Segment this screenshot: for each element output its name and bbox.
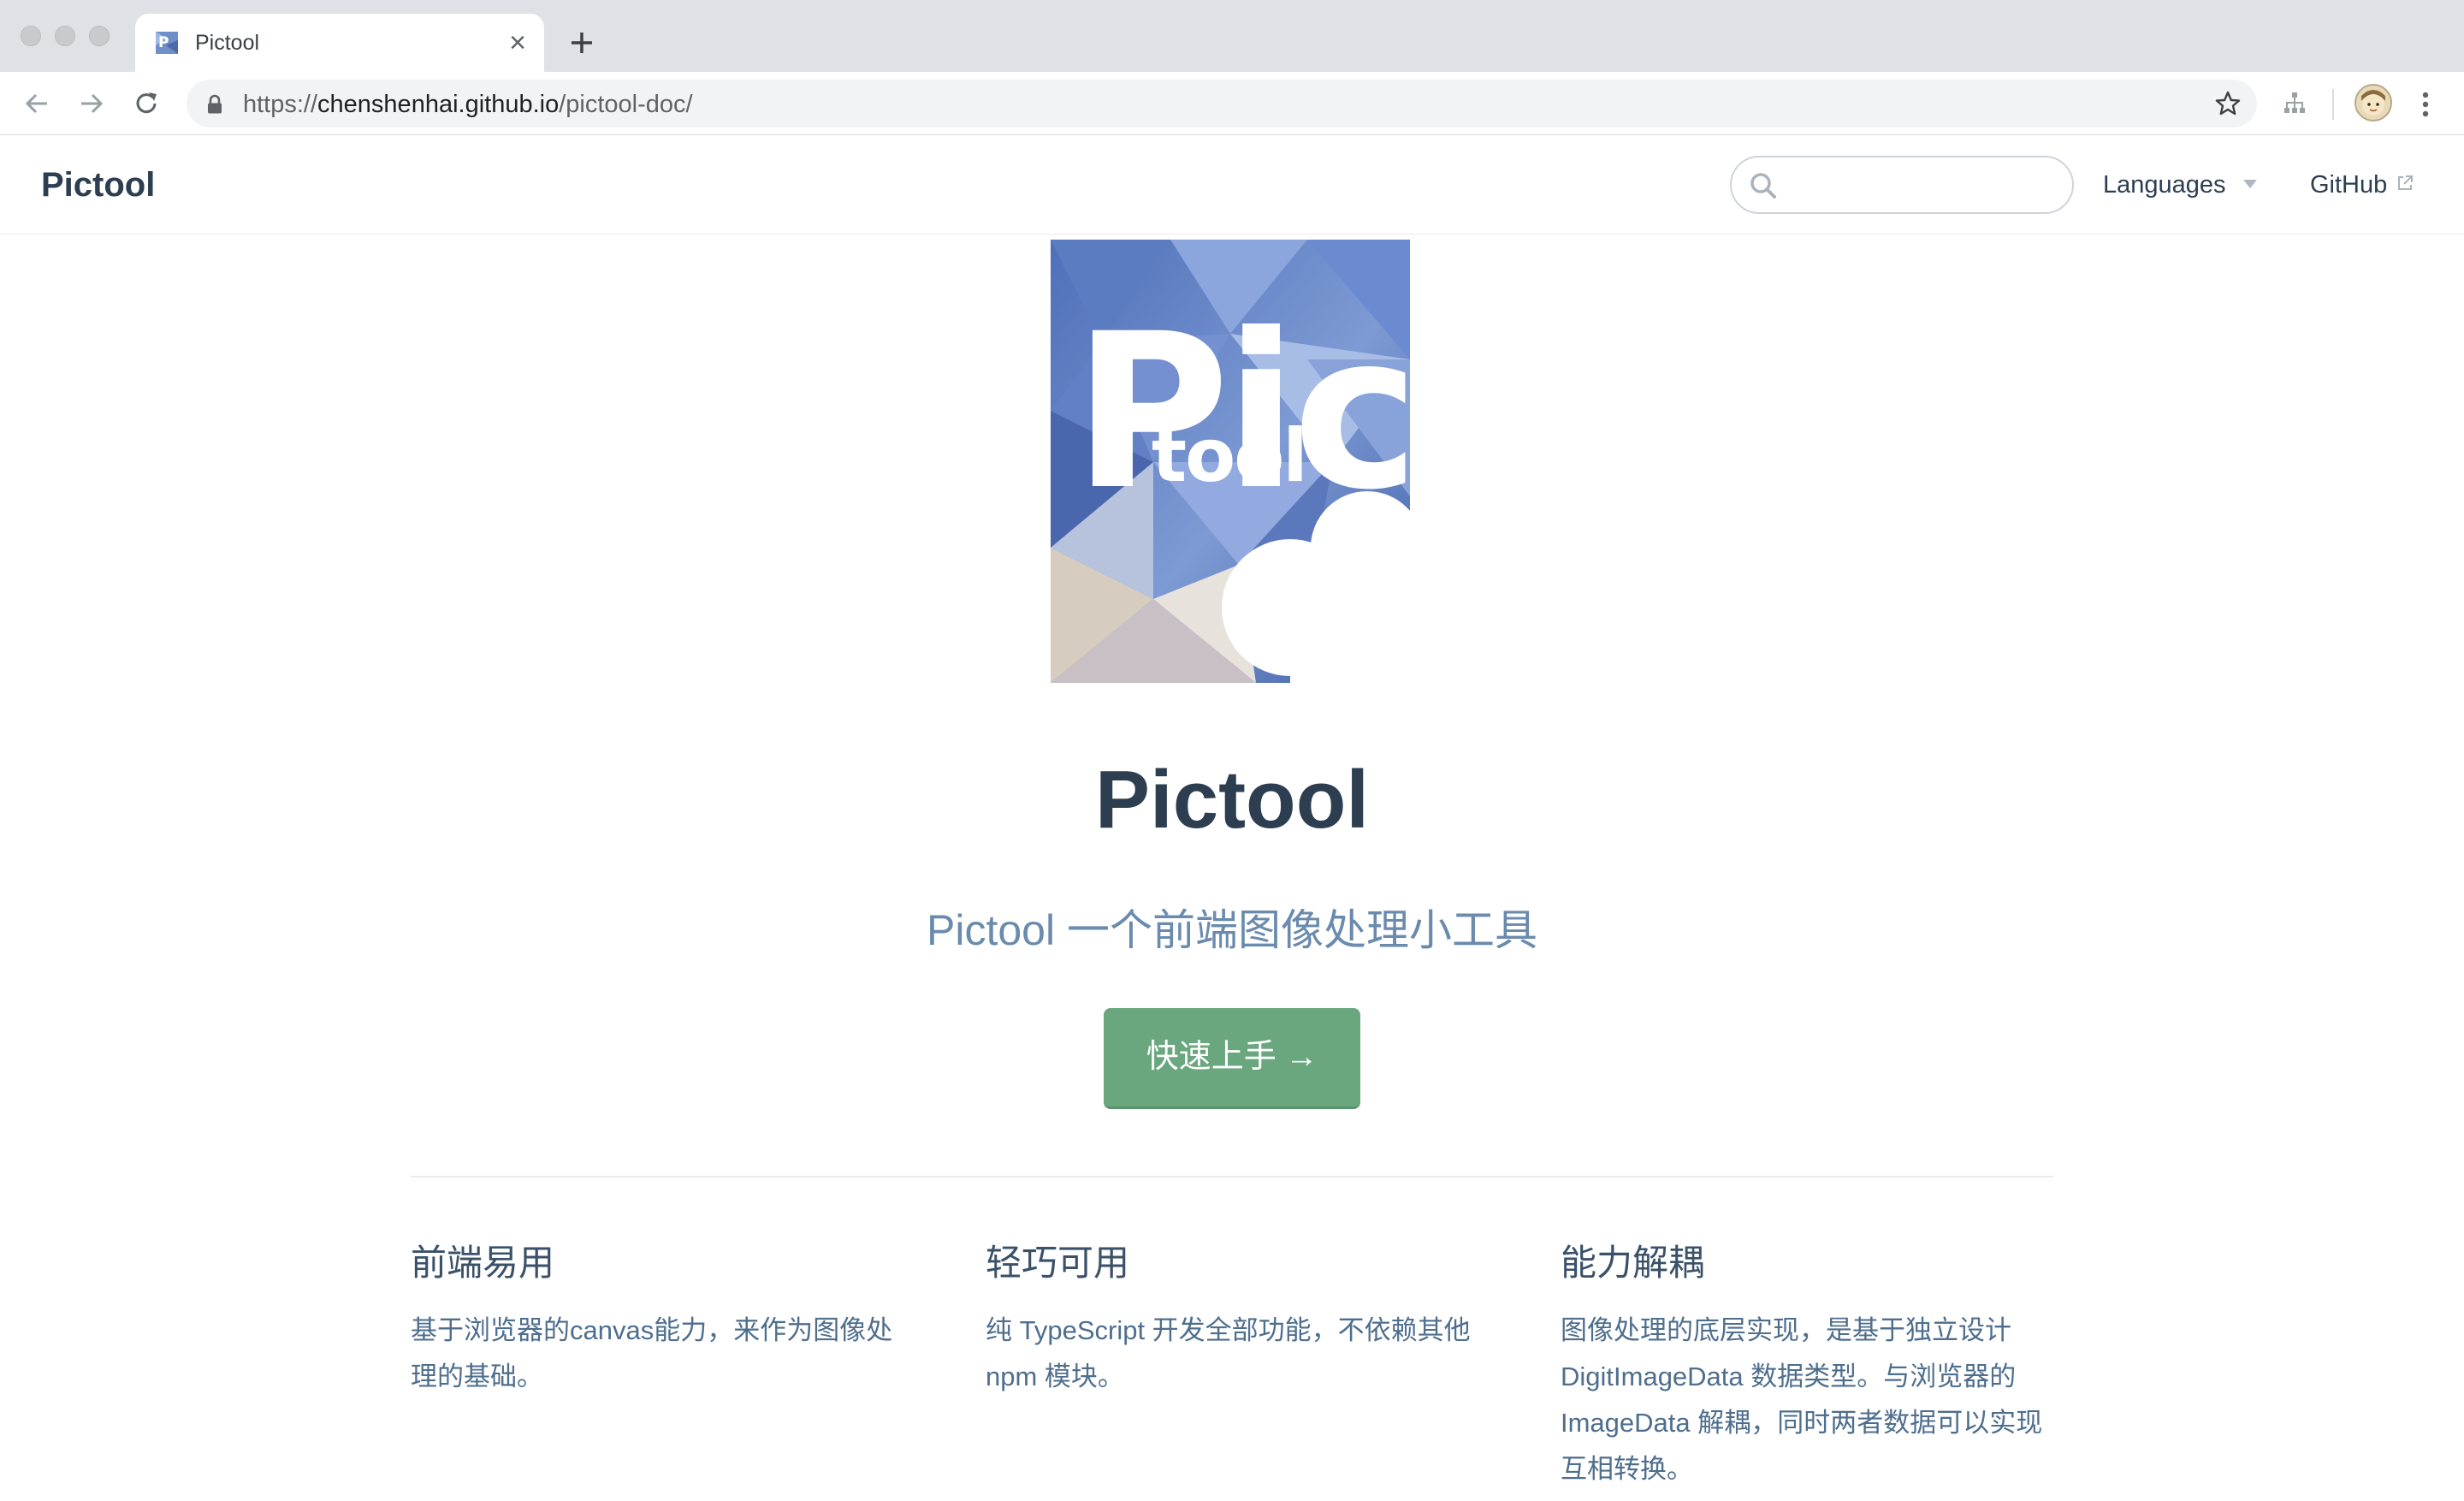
hero-description: Pictool 一个前端图像处理小工具: [927, 906, 1537, 954]
reload-icon[interactable]: [130, 87, 163, 120]
address-bar[interactable]: https://chenshenhai.github.io/pictool-do…: [187, 80, 2257, 128]
github-label: GitHub: [2310, 171, 2388, 199]
browser-toolbar: https://chenshenhai.github.io/pictool-do…: [0, 72, 2464, 135]
site-name-link[interactable]: Pictool: [41, 164, 155, 205]
chevron-down-icon: [2242, 180, 2257, 189]
get-started-button[interactable]: 快速上手 →: [1104, 1008, 1360, 1109]
extension-tree-icon[interactable]: [2281, 89, 2308, 116]
languages-label: Languages: [2103, 171, 2226, 199]
feature-title: 前端易用: [411, 1243, 555, 1283]
window-minimize-button[interactable]: [55, 26, 75, 46]
external-link-icon: [2398, 175, 2414, 191]
feature-details: 纯 TypeScript 开发全部功能，不依赖其他 npm 模块。: [986, 1315, 1471, 1391]
languages-dropdown[interactable]: Languages: [2103, 168, 2257, 202]
url-protocol: https://: [243, 91, 318, 118]
pictool-favicon-icon: P: [156, 32, 178, 54]
github-link[interactable]: GitHub: [2310, 168, 2414, 202]
logo-text-pic: Pic: [1073, 288, 1410, 537]
search-icon: [1750, 173, 1776, 199]
feature-title: 轻巧可用: [986, 1243, 1130, 1283]
feature-title: 能力解耦: [1561, 1243, 1705, 1283]
tab-close-icon[interactable]: ×: [503, 28, 532, 57]
site-navbar: Pictool Languages GitHub: [0, 135, 2464, 234]
profile-avatar[interactable]: [2354, 84, 2392, 122]
url-text: https://chenshenhai.github.io/pictool-do…: [243, 90, 693, 119]
svg-text:P: P: [158, 34, 169, 51]
lock-icon: [208, 94, 222, 114]
section-divider: [411, 1176, 2053, 1178]
feature-frontend: 前端易用 基于浏览器的canvas能力，来作为图像处理的基础。: [411, 1237, 900, 1400]
browser-tab-active[interactable]: P Pictool ×: [135, 14, 544, 72]
feature-decoupled: 能力解耦 图像处理的底层实现，是基于独立设计DigitImageData 数据类…: [1561, 1237, 2050, 1492]
url-path: /pictool-doc/: [559, 91, 693, 118]
forward-arrow-icon[interactable]: [75, 87, 108, 120]
new-tab-plus-icon[interactable]: [565, 26, 599, 60]
window-close-button[interactable]: [21, 26, 41, 46]
feature-details: 基于浏览器的canvas能力，来作为图像处理的基础。: [411, 1315, 893, 1391]
url-host: chenshenhai.github.io: [317, 91, 560, 118]
search-input[interactable]: [1730, 156, 2074, 214]
window-zoom-button[interactable]: [89, 26, 110, 46]
hero-title: Pictool: [1094, 754, 1369, 845]
feature-details: 图像处理的底层实现，是基于独立设计DigitImageData 数据类型。与浏览…: [1561, 1315, 2043, 1484]
browser-tab-strip: P Pictool ×: [0, 0, 2464, 72]
pictool-logo: Pic tool: [1051, 240, 1410, 683]
feature-lightweight: 轻巧可用 纯 TypeScript 开发全部功能，不依赖其他 npm 模块。: [986, 1237, 1475, 1400]
logo-text-tool: tool: [1152, 413, 1306, 499]
browser-menu-icon[interactable]: [2411, 87, 2440, 122]
tab-title: Pictool: [195, 31, 260, 55]
back-arrow-icon[interactable]: [21, 87, 53, 120]
bookmark-star-icon[interactable]: [2214, 90, 2242, 117]
toolbar-divider: [2332, 89, 2334, 120]
